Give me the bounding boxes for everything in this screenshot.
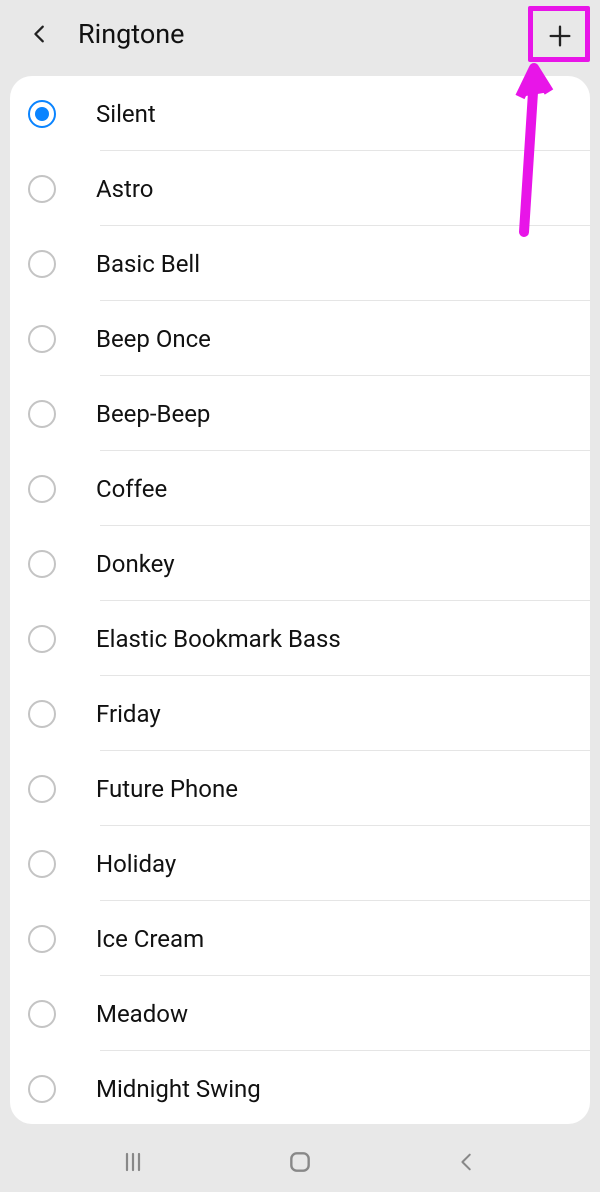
ringtone-label: Friday (96, 700, 161, 728)
ringtone-label: Ice Cream (96, 925, 204, 953)
ringtone-item-elastic-bookmark-bass[interactable]: Elastic Bookmark Bass (10, 601, 590, 676)
recents-button[interactable] (108, 1137, 158, 1187)
ringtone-label: Meadow (96, 1000, 188, 1028)
home-button[interactable] (275, 1137, 325, 1187)
radio-button[interactable] (28, 550, 56, 578)
plus-icon (546, 22, 574, 50)
ringtone-item-coffee[interactable]: Coffee (10, 451, 590, 526)
ringtone-item-beep-beep[interactable]: Beep-Beep (10, 376, 590, 451)
radio-button[interactable] (28, 250, 56, 278)
ringtone-item-beep-once[interactable]: Beep Once (10, 301, 590, 376)
radio-button[interactable] (28, 850, 56, 878)
ringtone-label: Astro (96, 175, 153, 203)
ringtone-item-holiday[interactable]: Holiday (10, 826, 590, 901)
ringtone-item-donkey[interactable]: Donkey (10, 526, 590, 601)
navigation-bar (0, 1132, 600, 1192)
radio-button[interactable] (28, 925, 56, 953)
ringtone-label: Midnight Swing (96, 1075, 261, 1103)
ringtone-label: Silent (96, 100, 156, 128)
ringtone-label: Basic Bell (96, 250, 200, 278)
recents-icon (121, 1150, 145, 1174)
radio-button[interactable] (28, 775, 56, 803)
radio-button[interactable] (28, 325, 56, 353)
radio-button[interactable] (28, 625, 56, 653)
radio-button[interactable] (28, 475, 56, 503)
radio-button[interactable] (28, 1075, 56, 1103)
ringtone-label: Beep-Beep (96, 400, 210, 428)
ringtone-label: Coffee (96, 475, 167, 503)
ringtone-label: Holiday (96, 850, 176, 878)
radio-button[interactable] (28, 700, 56, 728)
header: Ringtone (0, 0, 600, 68)
chevron-left-icon (29, 23, 51, 45)
nav-back-button[interactable] (442, 1137, 492, 1187)
ringtone-item-basic-bell[interactable]: Basic Bell (10, 226, 590, 301)
add-ringtone-button[interactable] (538, 14, 582, 58)
radio-button[interactable] (28, 1000, 56, 1028)
page-title: Ringtone (78, 18, 184, 50)
ringtone-label: Elastic Bookmark Bass (96, 625, 341, 653)
back-icon (456, 1151, 478, 1173)
home-icon (287, 1149, 313, 1175)
ringtone-item-friday[interactable]: Friday (10, 676, 590, 751)
ringtone-item-astro[interactable]: Astro (10, 151, 590, 226)
ringtone-item-meadow[interactable]: Meadow (10, 976, 590, 1051)
back-button[interactable] (20, 14, 60, 54)
ringtone-item-ice-cream[interactable]: Ice Cream (10, 901, 590, 976)
ringtone-list: Silent Astro Basic Bell Beep Once Beep-B… (10, 76, 590, 1124)
ringtone-label: Donkey (96, 550, 175, 578)
ringtone-label: Future Phone (96, 775, 238, 803)
radio-button[interactable] (28, 100, 56, 128)
radio-button[interactable] (28, 175, 56, 203)
ringtone-item-future-phone[interactable]: Future Phone (10, 751, 590, 826)
ringtone-item-midnight-swing[interactable]: Midnight Swing (10, 1051, 590, 1124)
ringtone-label: Beep Once (96, 325, 211, 353)
radio-button[interactable] (28, 400, 56, 428)
ringtone-item-silent[interactable]: Silent (10, 76, 590, 151)
